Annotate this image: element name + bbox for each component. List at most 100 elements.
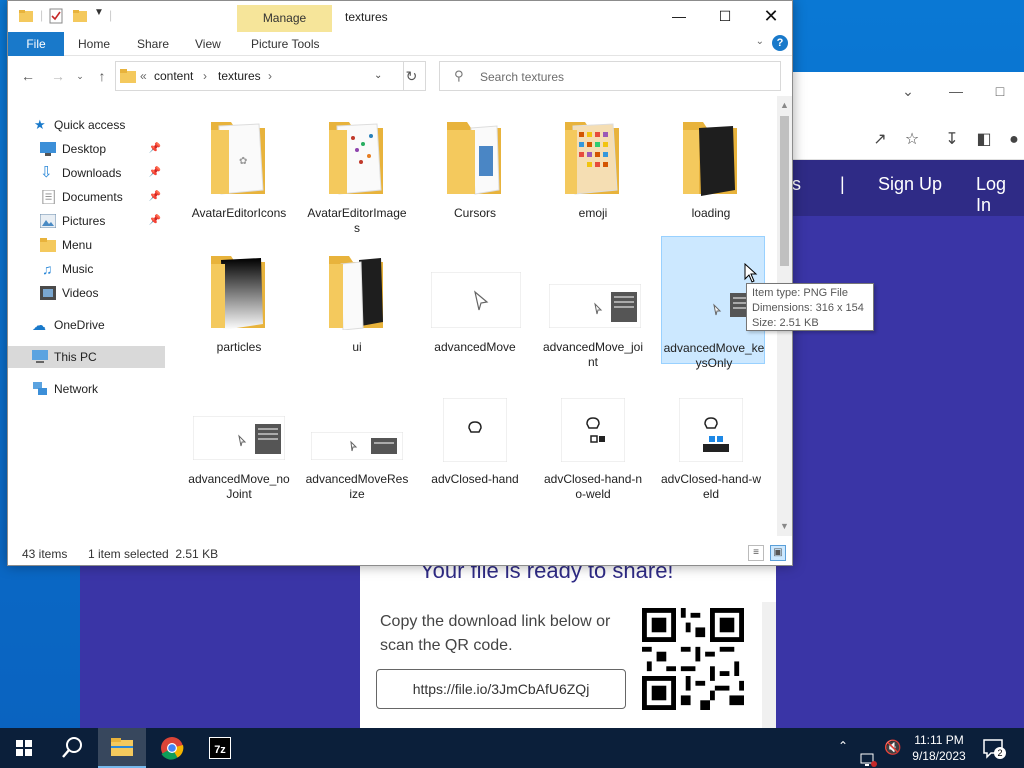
file-item[interactable]: emoji [541,102,645,230]
file-name: advancedMove_keysOnly [663,341,765,370]
windows-start-icon[interactable] [0,728,48,768]
maximize-button[interactable]: ☐ [702,1,748,32]
tab-file[interactable]: File [8,32,64,56]
minimize-button[interactable]: — [656,1,702,32]
pin-icon[interactable]: 📌 [149,138,161,160]
breadcrumb-chevron-icon[interactable]: › [203,69,207,83]
address-dropdown-icon[interactable]: ⌄ [374,70,382,81]
large-icons-view-icon[interactable]: ▣ [770,545,786,561]
scroll-up-icon[interactable]: ▲ [777,98,792,113]
file-item[interactable]: advancedMove [423,236,527,364]
breadcrumb-content[interactable]: content [154,69,193,83]
file-explorer-taskbar-button[interactable] [98,728,146,768]
scroll-down-icon[interactable]: ▼ [777,519,792,534]
nav-this-pc[interactable]: This PC [8,346,165,368]
file-item[interactable]: advancedMoveResize [305,368,409,501]
network-status-icon[interactable] [860,740,878,768]
share-icon[interactable]: ↗ [868,128,892,152]
nav-music[interactable]: ♫ Music [8,258,165,280]
manage-tab[interactable]: Manage [237,5,332,32]
explorer-titlebar: | ▼ | Manage textures — ☐ ✕ [8,1,792,32]
expand-ribbon-icon[interactable]: ⌄ [756,36,764,47]
address-bar[interactable]: « content › textures › ⌄ [115,61,404,91]
sign-up-link[interactable]: Sign Up [878,174,942,195]
search-box[interactable]: ⚲ [439,61,781,91]
card-scrollbar[interactable] [762,602,776,728]
back-arrow-icon[interactable]: ← [18,66,38,86]
folder-thumbnail-icon [683,122,737,196]
pin-icon[interactable]: 📌 [149,210,161,232]
nav-quick-access[interactable]: ★ Quick access [8,114,165,136]
properties-icon[interactable] [48,8,64,24]
tab-home[interactable]: Home [68,32,120,56]
nav-label: Documents [62,190,123,204]
tab-view[interactable]: View [185,32,231,56]
file-name: advancedMove_noJoint [188,472,290,501]
new-folder-icon[interactable] [72,8,88,24]
nav-documents[interactable]: Documents 📌 [8,186,165,208]
navigation-bar: ← → ⌄ ↑ « content › textures › ⌄ ↻ ⚲ [8,56,792,96]
file-item[interactable]: advClosed-hand-weld [659,368,763,501]
bookmark-star-icon[interactable]: ☆ [900,128,924,152]
nav-desktop[interactable]: Desktop 📌 [8,138,165,160]
notification-center-icon[interactable]: 2 [982,737,1006,759]
help-icon[interactable]: ? [772,35,788,51]
side-panel-icon[interactable]: ◧ [972,128,996,152]
tab-share[interactable]: Share [127,32,179,56]
file-item[interactable]: ui [305,236,409,364]
search-input[interactable] [480,68,760,86]
file-item[interactable]: advClosed-hand [423,368,527,496]
file-name: advClosed-hand-no-weld [543,472,643,501]
profile-icon[interactable]: ● [1002,128,1024,152]
breadcrumb-overflow-icon[interactable]: « [140,69,147,83]
file-item[interactable]: advancedMove_noJoint [187,368,291,501]
up-arrow-icon[interactable]: ↑ [92,66,112,86]
image-thumbnail-icon [193,416,285,460]
show-hidden-icons-icon[interactable]: ⌃ [838,739,848,768]
file-explorer-window: | ▼ | Manage textures — ☐ ✕ File Home Sh… [7,0,793,566]
image-thumbnail-icon [443,398,507,462]
item-count: 43 items [22,547,68,561]
image-thumbnail-icon [561,398,625,462]
selection-info: 1 item selected 2.51 KB [88,547,219,561]
close-button[interactable]: ✕ [748,1,794,32]
7zip-icon[interactable]: 7z [196,728,244,768]
browser-minimize-button[interactable]: — [936,78,976,104]
file-item[interactable]: particles [187,236,291,364]
file-item[interactable]: advClosed-hand-no-weld [541,368,645,501]
file-name: advClosed-hand-weld [660,472,762,501]
breadcrumb-textures[interactable]: textures [218,69,261,83]
file-item[interactable]: Cursors [423,102,527,230]
qat-dropdown-icon[interactable]: ▼ [94,7,104,18]
file-name: ui [352,340,362,354]
chrome-icon[interactable] [148,728,196,768]
file-item[interactable]: ✿ AvatarEditorIcons [187,102,291,230]
nav-onedrive[interactable]: ☁ OneDrive [8,314,165,336]
forward-arrow-icon[interactable]: → [48,66,68,86]
nav-network[interactable]: Network [8,378,165,400]
download-icon[interactable]: ↧ [940,128,964,152]
nav-downloads[interactable]: ⇩ Downloads 📌 [8,162,165,184]
pictures-icon [40,214,56,228]
log-in-link[interactable]: Log In [976,174,1024,216]
pin-icon[interactable]: 📌 [149,162,161,184]
download-link-field[interactable]: https://file.io/3JmCbAfU6ZQj [376,669,626,709]
nav-videos[interactable]: Videos [8,282,165,304]
browser-tab-dropdown-icon[interactable]: ⌄ [888,78,928,104]
nav-menu[interactable]: Menu [8,234,165,256]
file-item[interactable]: AvatarEditorImages [305,102,409,235]
refresh-icon[interactable]: ↻ [398,61,426,91]
scroll-thumb[interactable] [780,116,789,266]
nav-pictures[interactable]: Pictures 📌 [8,210,165,232]
browser-maximize-button[interactable]: □ [980,78,1020,104]
recent-locations-icon[interactable]: ⌄ [70,66,90,86]
pin-icon[interactable]: 📌 [149,186,161,208]
breadcrumb-chevron-icon[interactable]: › [268,69,272,83]
details-view-icon[interactable]: ≡ [748,545,764,561]
taskbar-clock[interactable]: 11:11 PM 9/18/2023 [896,732,982,764]
file-item[interactable]: loading [659,102,763,230]
file-item[interactable]: advancedMove_joint [541,236,645,369]
search-icon[interactable] [48,728,96,768]
tab-picture-tools[interactable]: Picture Tools [241,32,329,56]
ribbon-tabs: File Home Share View Picture Tools ⌄ ? [8,32,792,56]
